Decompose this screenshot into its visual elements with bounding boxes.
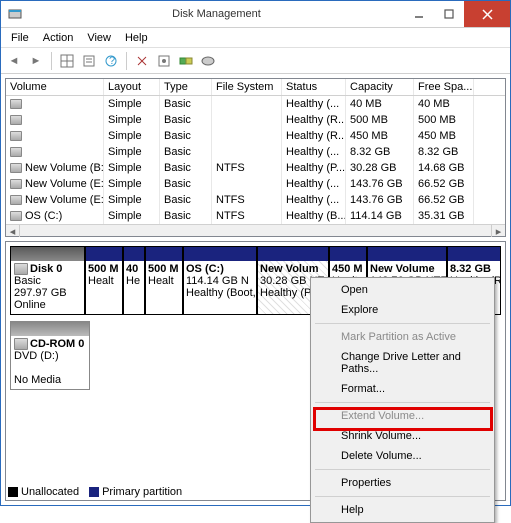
- table-row[interactable]: OS (C:)SimpleBasicNTFSHealthy (B...114.1…: [6, 208, 505, 224]
- disk0-header[interactable]: Disk 0 Basic 297.97 GB Online: [10, 246, 85, 315]
- table-row[interactable]: SimpleBasicHealthy (R...450 MB450 MB: [6, 128, 505, 144]
- col-free[interactable]: Free Spa...: [414, 79, 474, 95]
- tool-help-icon[interactable]: ?: [102, 52, 120, 70]
- ctx-format[interactable]: Format...: [313, 379, 492, 399]
- ctx-change-letter[interactable]: Change Drive Letter and Paths...: [313, 347, 492, 379]
- tool-partition-icon[interactable]: [177, 52, 195, 70]
- table-row[interactable]: New Volume (B:)SimpleBasicNTFSHealthy (P…: [6, 160, 505, 176]
- ctx-open[interactable]: Open: [313, 280, 492, 300]
- ctx-help[interactable]: Help: [313, 500, 492, 520]
- volume-icon: [10, 195, 22, 205]
- partition[interactable]: 500 MHealt: [145, 246, 183, 315]
- ctx-shrink[interactable]: Shrink Volume...: [313, 426, 492, 446]
- maximize-button[interactable]: [434, 1, 464, 27]
- menu-file[interactable]: File: [5, 31, 35, 45]
- ctx-delete[interactable]: Delete Volume...: [313, 446, 492, 466]
- table-row[interactable]: New Volume (E:)SimpleBasicHealthy (...14…: [6, 176, 505, 192]
- partition[interactable]: OS (C:)114.14 GB NHealthy (Boot,: [183, 246, 257, 315]
- svg-text:?: ?: [109, 55, 115, 67]
- volume-icon: [10, 115, 22, 125]
- ctx-extend: Extend Volume...: [313, 406, 492, 426]
- menu-view[interactable]: View: [81, 31, 117, 45]
- ctx-mark-active: Mark Partition as Active: [313, 327, 492, 347]
- volume-icon: [10, 147, 22, 157]
- back-icon[interactable]: ◄: [5, 52, 23, 70]
- forward-icon[interactable]: ►: [27, 52, 45, 70]
- table-row[interactable]: SimpleBasicHealthy (...8.32 GB8.32 GB: [6, 144, 505, 160]
- close-button[interactable]: [464, 1, 510, 27]
- legend: Unallocated Primary partition: [8, 486, 182, 498]
- volume-list: Volume Layout Type File System Status Ca…: [5, 78, 506, 237]
- tool-disk-icon[interactable]: [199, 52, 217, 70]
- scroll-left-icon[interactable]: ◂: [6, 225, 20, 237]
- cdrom-icon: [14, 338, 28, 350]
- col-volume[interactable]: Volume: [6, 79, 104, 95]
- partition[interactable]: 500 MHealt: [85, 246, 123, 315]
- volume-list-header: Volume Layout Type File System Status Ca…: [6, 79, 505, 96]
- partition[interactable]: 40He: [123, 246, 145, 315]
- swatch-unallocated: [8, 487, 18, 497]
- volume-icon: [10, 131, 22, 141]
- table-row[interactable]: SimpleBasicHealthy (...40 MB40 MB: [6, 96, 505, 112]
- volume-scrollbar[interactable]: ◂ ▸: [6, 224, 505, 236]
- context-menu: Open Explore Mark Partition as Active Ch…: [310, 277, 495, 523]
- ctx-properties[interactable]: Properties: [313, 473, 492, 493]
- tool-props-icon[interactable]: [80, 52, 98, 70]
- col-fs[interactable]: File System: [212, 79, 282, 95]
- app-icon: [5, 4, 25, 24]
- legend-primary: Primary partition: [102, 486, 182, 498]
- col-layout[interactable]: Layout: [104, 79, 160, 95]
- scroll-right-icon[interactable]: ▸: [491, 225, 505, 237]
- swatch-primary: [89, 487, 99, 497]
- col-capacity[interactable]: Capacity: [346, 79, 414, 95]
- col-type[interactable]: Type: [160, 79, 212, 95]
- cdrom-header[interactable]: CD-ROM 0 DVD (D:) No Media: [10, 321, 90, 390]
- menu-help[interactable]: Help: [119, 31, 154, 45]
- col-status[interactable]: Status: [282, 79, 346, 95]
- window-title: Disk Management: [29, 8, 404, 20]
- legend-unallocated: Unallocated: [21, 486, 79, 498]
- volume-icon: [10, 99, 22, 109]
- ctx-explore[interactable]: Explore: [313, 300, 492, 320]
- toolbar: ◄ ► ?: [1, 48, 510, 74]
- disk-icon: [14, 263, 28, 275]
- volume-icon: [10, 163, 22, 173]
- tool-x-icon[interactable]: [133, 52, 151, 70]
- table-row[interactable]: New Volume (E:)SimpleBasicNTFSHealthy (.…: [6, 192, 505, 208]
- tool-grid-icon[interactable]: [58, 52, 76, 70]
- table-row[interactable]: SimpleBasicHealthy (R...500 MB500 MB: [6, 112, 505, 128]
- volume-icon: [10, 179, 22, 189]
- minimize-button[interactable]: [404, 1, 434, 27]
- tool-settings-icon[interactable]: [155, 52, 173, 70]
- menu-action[interactable]: Action: [37, 31, 80, 45]
- volume-icon: [10, 211, 22, 221]
- menubar: File Action View Help: [1, 28, 510, 48]
- titlebar: Disk Management: [1, 1, 510, 28]
